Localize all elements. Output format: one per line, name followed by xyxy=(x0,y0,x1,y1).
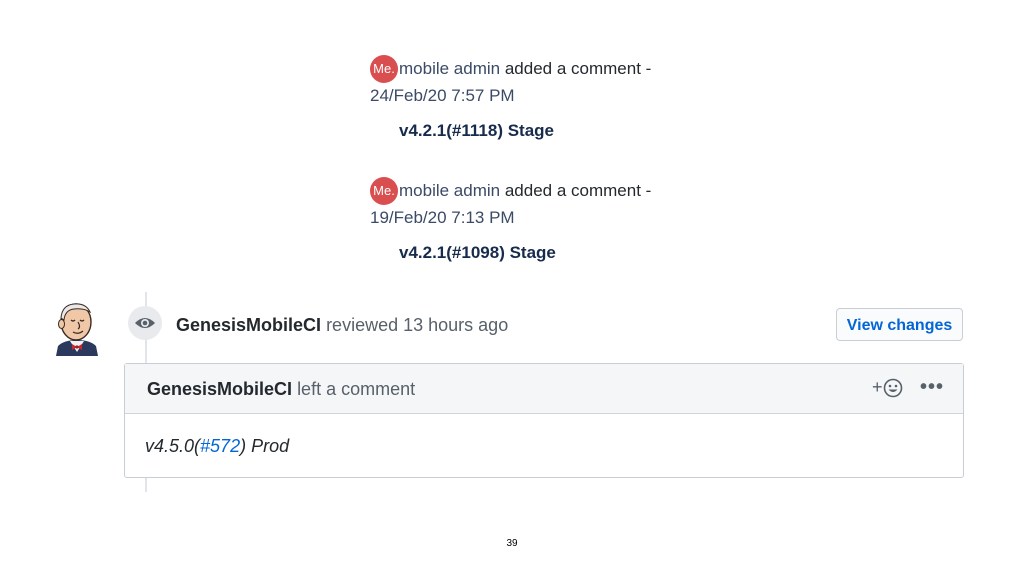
jenkins-avatar-icon xyxy=(56,303,98,356)
review-comment-title: GenesisMobileCI left a comment xyxy=(147,379,415,400)
comment-author[interactable]: GenesisMobileCI xyxy=(147,379,292,399)
view-changes-button[interactable]: View changes xyxy=(836,308,963,341)
add-reaction-button[interactable]: + xyxy=(872,377,903,398)
plus-label: + xyxy=(872,377,883,397)
reviewer-name[interactable]: GenesisMobileCI xyxy=(176,315,321,335)
review-comment-header: GenesisMobileCI left a comment + ••• xyxy=(125,364,963,414)
page-number: 39 xyxy=(506,538,518,549)
comment-date[interactable]: 24/Feb/20 7:57 PM xyxy=(370,86,515,106)
comment-author[interactable]: mobile admin xyxy=(399,59,500,78)
avatar[interactable]: Me. xyxy=(370,177,398,205)
body-suffix: ) Prod xyxy=(240,436,290,456)
review-badge xyxy=(128,306,162,340)
comment-action: added a comment - xyxy=(504,181,652,200)
comment-date[interactable]: 19/Feb/20 7:13 PM xyxy=(370,208,515,228)
comment-header-line: mobile admin added a comment - xyxy=(399,181,651,201)
comment-action: added a comment - xyxy=(504,59,652,78)
more-options-button[interactable]: ••• xyxy=(920,376,944,399)
smiley-icon xyxy=(883,378,902,397)
review-action: reviewed xyxy=(326,315,399,335)
review-comment: GenesisMobileCI left a comment + ••• v4.… xyxy=(124,363,964,478)
comment-header-line: mobile admin added a comment - xyxy=(399,59,651,79)
comment-author[interactable]: mobile admin xyxy=(399,181,500,200)
review-time[interactable]: 13 hours ago xyxy=(403,315,508,335)
review-comment-body: v4.5.0(#572) Prod xyxy=(145,436,289,457)
avatar[interactable]: Me. xyxy=(370,55,398,83)
body-prefix: v4.5.0( xyxy=(145,436,201,456)
review-summary: GenesisMobileCI reviewed 13 hours ago xyxy=(176,315,508,336)
jenkins-avatar[interactable] xyxy=(52,300,102,356)
comment-action: left a comment xyxy=(297,379,416,399)
comment-body: v4.2.1(#1098) Stage xyxy=(399,243,556,262)
comment-body: v4.2.1(#1118) Stage xyxy=(399,121,555,140)
eye-icon xyxy=(135,318,155,328)
issue-link[interactable]: #572 xyxy=(200,436,240,456)
